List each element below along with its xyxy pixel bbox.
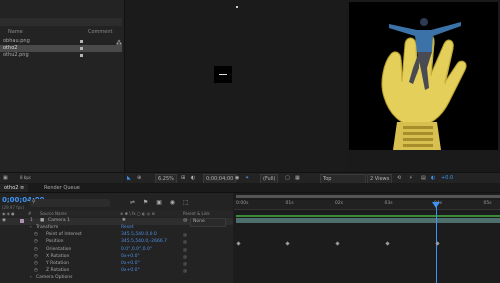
property-label: Y Rotation — [46, 261, 69, 266]
always-preview-icon[interactable]: ◣ — [127, 174, 131, 182]
pickwhip-icon[interactable]: @ — [183, 232, 187, 239]
property-row[interactable]: › Transform Reset — [0, 225, 233, 232]
stopwatch-icon[interactable]: ◷ — [34, 261, 38, 268]
color-icon[interactable]: ✦ — [245, 174, 249, 182]
property-value[interactable]: 345.5,540.0,0.0 — [121, 232, 157, 239]
viewer-marker — [236, 6, 238, 8]
project-item[interactable]: othu2.png — [0, 52, 122, 59]
expand-icon[interactable]: › — [30, 225, 32, 232]
av-icons[interactable]: ◉ ◈ ● — [2, 210, 15, 217]
property-value[interactable]: 0x+0.0° — [121, 268, 140, 275]
property-row[interactable]: ◷ X Rotation 0x+0.0° @ — [0, 254, 233, 261]
preview-image — [349, 2, 498, 150]
property-value[interactable]: 345.5,540.0,-2666.7 — [121, 239, 167, 246]
timeline-icon[interactable]: ▤ — [421, 174, 426, 182]
composition-thumbnail — [214, 66, 232, 83]
ruler-tick: 01s — [285, 201, 294, 206]
render-bar — [236, 215, 500, 217]
project-column-header: Name Comment — [0, 29, 122, 36]
property-value[interactable]: Reset — [121, 225, 134, 232]
roi-icon[interactable]: ▢ — [285, 174, 290, 182]
pickwhip-icon[interactable]: @ — [183, 247, 187, 254]
layer-row-camera[interactable]: ◉ 1 ■ Camera 1 ✱ @ None — [0, 218, 233, 227]
project-search-input[interactable] — [0, 18, 122, 26]
ruler-tick: 05s — [483, 201, 492, 206]
stopwatch-icon[interactable]: ◷ — [34, 239, 38, 246]
timeline-tab-bar: otho2 ≡ Render Queue — [0, 183, 500, 193]
property-label: X Rotation — [46, 253, 70, 259]
stopwatch-icon[interactable]: ◷ — [34, 232, 38, 239]
stopwatch-icon[interactable]: ◷ — [34, 268, 38, 275]
name-column[interactable]: Name — [8, 29, 23, 35]
property-label: Z Rotation — [46, 268, 70, 274]
exposure-icon[interactable]: ◐ — [431, 174, 435, 182]
property-label: Orientation — [46, 246, 72, 252]
pickwhip-icon[interactable]: @ — [183, 239, 187, 246]
stopwatch-icon[interactable]: ◷ — [34, 254, 38, 261]
search-icon: ⚲ — [32, 199, 36, 205]
pickwhip-icon[interactable]: @ — [183, 261, 187, 268]
ruler-tick: 0:00s — [236, 201, 249, 206]
project-item-selected[interactable]: otho2 — [0, 45, 122, 52]
property-row[interactable]: ◷ Z Rotation 0x+0.0° @ — [0, 268, 233, 275]
project-item[interactable]: obhau.png — [0, 38, 122, 45]
property-row[interactable]: ◷ Position 345.5,540.0,-2666.7 @ — [0, 239, 233, 246]
composition-viewer[interactable] — [125, 0, 347, 172]
comment-column[interactable]: Comment — [88, 29, 113, 35]
property-label: Point of Interest — [46, 232, 82, 238]
property-value[interactable]: 0x+0.0° — [121, 261, 140, 268]
switch-icon: ✱ — [122, 218, 126, 223]
fast-preview-icon[interactable]: ⚡ — [409, 174, 413, 182]
project-footer: ▣ 8 bpc — [0, 172, 124, 183]
parent-spiral-icon[interactable]: @ — [183, 218, 188, 225]
pickwhip-icon[interactable]: @ — [183, 268, 187, 275]
camera-icon: ■ — [40, 218, 45, 223]
pickwhip-icon[interactable]: @ — [183, 254, 187, 261]
work-area-bar[interactable] — [236, 195, 500, 198]
expand-icon[interactable]: › — [30, 275, 32, 282]
time-ruler[interactable]: 0:00s 01s 02s 03s 04s 05s — [234, 200, 500, 210]
property-label: Camera Options — [36, 275, 73, 281]
visibility-icon[interactable]: ◉ — [2, 218, 6, 225]
tab-otho2[interactable]: otho2 ≡ — [0, 184, 29, 192]
timeline-switch-icons[interactable]: ⇌ ⚑ ▣ ◉ ⬚ — [130, 199, 192, 206]
layer-duration-bar[interactable] — [236, 218, 500, 223]
source-name-column[interactable]: Source Name — [40, 210, 67, 217]
property-row[interactable]: ◷ Point of Interest 345.5,540.0,0.0 @ — [0, 232, 233, 239]
ruler-tick: 03s — [384, 201, 393, 206]
stopwatch-icon[interactable]: ◷ — [34, 247, 38, 254]
viewer-toolbar: ◣ ⊕ 6.25% ⊞ ◐ 0;00;04;00 ◉ ✦ (Full) ▢ ▦ … — [125, 172, 500, 184]
bpc-toggle[interactable]: 8 bpc — [20, 175, 31, 180]
property-value[interactable]: 0x+0.0° — [121, 254, 140, 261]
property-row[interactable]: ◷ Y Rotation 0x+0.0° @ — [0, 261, 233, 268]
property-row[interactable]: › Camera Options — [0, 275, 233, 282]
magnification-icon: ⊕ — [137, 175, 142, 181]
number-column: # — [28, 211, 32, 216]
label-color[interactable] — [20, 219, 24, 223]
layer-column-header: ◉ ◈ ● # Source Name ⊕ ✱ \ fx ▢ ◐ ◎ ⊞ Par… — [0, 210, 233, 217]
timeline-search-input[interactable]: ⚲ — [30, 199, 110, 207]
transparency-icon[interactable]: ▦ — [295, 174, 300, 182]
parent-column[interactable]: Parent & Link — [183, 210, 210, 217]
reset-exposure-icon[interactable]: ⟲ — [397, 174, 401, 182]
mask-icon[interactable]: ◐ — [191, 174, 195, 182]
playhead-handle[interactable] — [432, 202, 440, 208]
exposure-value[interactable]: +0.0 — [441, 174, 453, 182]
trash-icon[interactable]: ▣ — [3, 175, 8, 181]
ruler-tick: 02s — [335, 201, 344, 206]
tab-render-queue[interactable]: Render Queue — [40, 184, 84, 192]
grid-icon[interactable]: ⊞ — [181, 174, 185, 182]
property-label: Transform — [36, 225, 59, 230]
snapshot-icon[interactable]: ◉ — [235, 174, 239, 182]
property-row[interactable]: ◷ Orientation 0.0°,0.0°,0.0° @ — [0, 247, 233, 254]
property-value[interactable]: 0.0°,0.0°,0.0° — [121, 247, 152, 254]
network-icon: ⁂ — [116, 40, 122, 47]
switches-column: ⊕ ✱ \ fx ▢ ◐ ◎ ⊞ — [120, 211, 155, 216]
property-label: Position — [46, 239, 64, 245]
